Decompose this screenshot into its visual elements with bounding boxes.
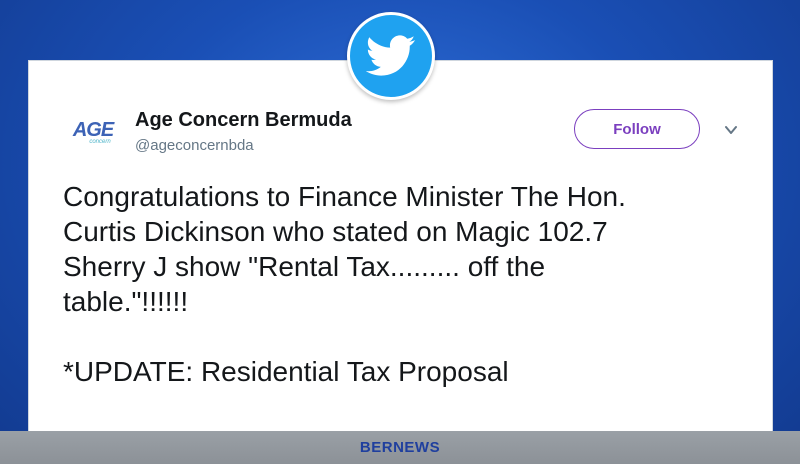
footer-bar: BERNEWS <box>0 431 800 464</box>
display-name[interactable]: Age Concern Bermuda <box>135 109 352 132</box>
twitter-bird-icon <box>366 35 416 76</box>
follow-button[interactable]: Follow <box>574 109 700 149</box>
tweet-card: AGE concern Age Concern Bermuda @ageconc… <box>28 60 773 432</box>
twitter-badge <box>347 12 435 100</box>
footer-brand: BERNEWS <box>359 439 441 456</box>
chevron-down-icon[interactable] <box>724 123 738 137</box>
tweet-text: Congratulations to Finance Minister The … <box>63 181 626 387</box>
avatar-logo-subtext: concern <box>89 139 111 145</box>
user-handle[interactable]: @ageconcernbda <box>135 137 254 154</box>
avatar[interactable]: AGE concern <box>63 113 123 153</box>
avatar-logo-text: AGE <box>72 119 114 141</box>
